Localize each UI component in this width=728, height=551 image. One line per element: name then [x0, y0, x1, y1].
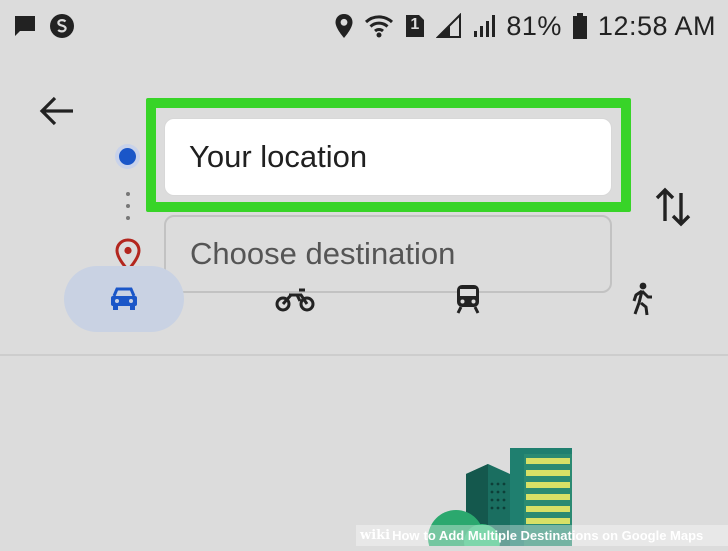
- back-arrow-icon: [39, 96, 73, 126]
- walking-icon: [632, 282, 652, 316]
- status-bar: 1 81% 12:58 AM: [0, 0, 728, 52]
- status-right: 1 81% 12:58 AM: [334, 11, 716, 42]
- origin-dot-icon: [119, 148, 136, 165]
- car-icon: [111, 287, 137, 310]
- sim-badge: 1: [410, 16, 420, 33]
- mode-motorcycle-tab[interactable]: [260, 266, 330, 332]
- message-icon: [12, 13, 38, 39]
- destination-input[interactable]: Choose destination: [164, 215, 612, 293]
- watermark-banner: wiki How to Add Multiple Destinations on…: [356, 525, 728, 546]
- directions-header: Your location Choose destination: [0, 52, 728, 356]
- swap-button[interactable]: [650, 182, 696, 232]
- watermark-text: to Add Multiple Destinations on Google M…: [423, 528, 704, 543]
- highlight-annotation: [146, 98, 631, 212]
- motorcycle-icon: [275, 288, 315, 312]
- back-button[interactable]: [34, 88, 80, 134]
- sim-icon: 1: [404, 13, 426, 39]
- sync-app-icon: [48, 12, 76, 40]
- watermark-how: How: [392, 528, 420, 543]
- location-icon: [334, 13, 354, 39]
- mode-transit-tab[interactable]: [438, 266, 498, 332]
- watermark-brand: wiki: [360, 528, 391, 543]
- signal-icon: [436, 13, 462, 39]
- wifi-icon: [364, 13, 394, 39]
- mode-car-tab[interactable]: [64, 266, 184, 332]
- route-dots-icon: [125, 192, 131, 222]
- battery-percent: 81%: [506, 10, 562, 41]
- train-icon: [456, 285, 480, 314]
- signal-bars-icon: [472, 13, 496, 39]
- mode-walking-tab[interactable]: [612, 266, 672, 332]
- clock: 12:58 AM: [597, 10, 716, 41]
- swap-arrows-icon: [655, 187, 691, 227]
- battery-icon: [572, 12, 588, 40]
- status-left: [12, 12, 76, 40]
